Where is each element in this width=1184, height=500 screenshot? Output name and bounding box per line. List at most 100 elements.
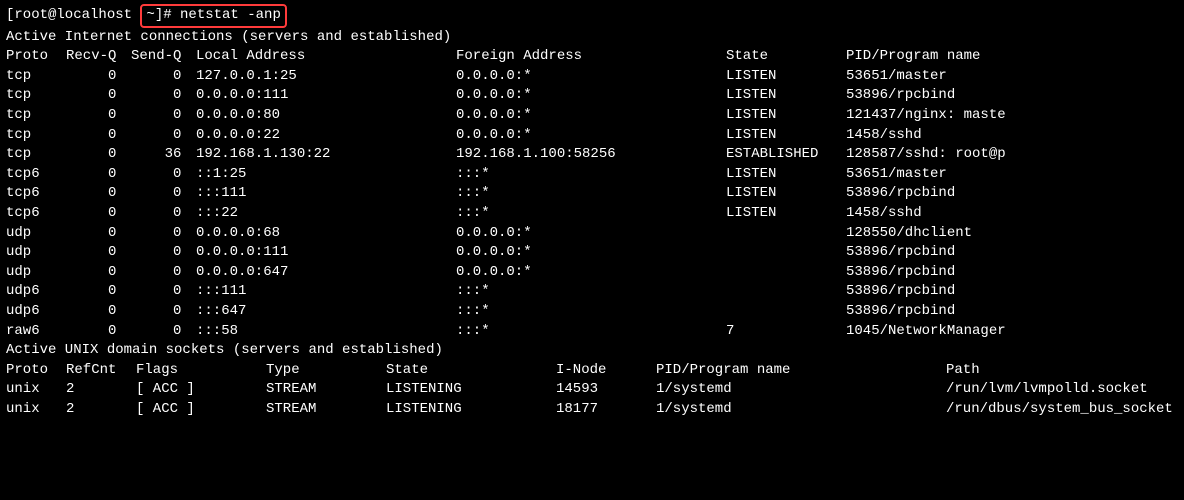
cell-state [726, 243, 846, 263]
cell-proto: raw6 [6, 322, 66, 342]
cell-local: 0.0.0.0:22 [196, 126, 456, 146]
cell-recvq: 0 [66, 204, 131, 224]
cell-recvq: 0 [66, 243, 131, 263]
table-row: tcp 0 0 0.0.0.0:1110.0.0.0:*LISTEN53896/… [6, 86, 1178, 106]
cell-pidprog: 1/systemd [656, 400, 946, 420]
cell-local: :::58 [196, 322, 456, 342]
table-row: udp6 0 0 :::111:::*53896/rpcbind [6, 282, 1178, 302]
cell-inode: 18177 [556, 400, 656, 420]
cell-pidprog: 1/systemd [656, 380, 946, 400]
unix-header-row: Proto RefCnt Flags Type State I-Node PID… [6, 361, 1178, 381]
cell-sendq: 0 [131, 86, 196, 106]
cell-foreign: 0.0.0.0:* [456, 126, 726, 146]
prompt-prefix: [root@localhost [6, 7, 140, 23]
table-row: tcp 0 36 192.168.1.130:22192.168.1.100:5… [6, 145, 1178, 165]
cell-pidprog: 53896/rpcbind [846, 86, 1178, 106]
cell-local: 0.0.0.0:111 [196, 243, 456, 263]
cell-recvq: 0 [66, 67, 131, 87]
col-inode: I-Node [556, 361, 656, 381]
shell-prompt[interactable]: [root@localhost ~]# netstat -anp [6, 4, 1178, 28]
cell-local: ::1:25 [196, 165, 456, 185]
cell-local: :::111 [196, 184, 456, 204]
cell-foreign: :::* [456, 302, 726, 322]
unix-table-body: unix2[ ACC ]STREAMLISTENING145931/system… [6, 380, 1178, 419]
table-row: udp 0 0 0.0.0.0:1110.0.0.0:* 53896/rpcbin… [6, 243, 1178, 263]
cell-local: :::111 [196, 282, 456, 302]
cell-foreign: :::* [456, 282, 726, 302]
cell-flags: [ ACC ] [136, 380, 266, 400]
cell-path: /run/lvm/lvmpolld.socket [946, 380, 1178, 400]
table-row: unix2[ ACC ]STREAMLISTENING145931/system… [6, 380, 1178, 400]
cell-sendq: 0 [131, 67, 196, 87]
section-header-unix: Active UNIX domain sockets (servers and … [6, 341, 1178, 361]
cell-sendq: 0 [131, 302, 196, 322]
cell-local: 0.0.0.0:68 [196, 224, 456, 244]
cell-proto: udp [6, 263, 66, 283]
col-type: Type [266, 361, 386, 381]
cell-pidprog: 53896/rpcbind [846, 184, 1178, 204]
cell-sendq: 0 [131, 165, 196, 185]
section-header-inet: Active Internet connections (servers and… [6, 28, 1178, 48]
cell-pidprog: 53651/master [846, 165, 1178, 185]
cell-state [726, 282, 846, 302]
cell-pidprog: 53896/rpcbind [846, 302, 1178, 322]
cell-proto: udp [6, 243, 66, 263]
cell-state: ESTABLISHED [726, 145, 846, 165]
cell-path: /run/dbus/system_bus_socket [946, 400, 1178, 420]
col-sendq: Send-Q [131, 47, 196, 67]
table-row: tcp 0 0 0.0.0.0:800.0.0.0:*LISTEN121437/… [6, 106, 1178, 126]
cell-sendq: 0 [131, 224, 196, 244]
cell-recvq: 0 [66, 322, 131, 342]
col-path: Path [946, 361, 1178, 381]
cell-sendq: 0 [131, 282, 196, 302]
cell-state: LISTEN [726, 106, 846, 126]
col-proto: Proto [6, 47, 66, 67]
table-row: udp6 0 0 :::647:::*53896/rpcbind [6, 302, 1178, 322]
cell-pidprog: 128550/dhclient [846, 224, 1178, 244]
cell-foreign: :::* [456, 184, 726, 204]
cell-pidprog: 121437/nginx: maste [846, 106, 1178, 126]
cell-recvq: 0 [66, 302, 131, 322]
col-proto: Proto [6, 361, 66, 381]
cell-proto: tcp6 [6, 184, 66, 204]
cell-foreign: :::* [456, 204, 726, 224]
cell-pidprog: 53651/master [846, 67, 1178, 87]
cell-refcnt: 2 [66, 380, 136, 400]
cell-recvq: 0 [66, 224, 131, 244]
cell-state [726, 263, 846, 283]
cell-pidprog: 53896/rpcbind [846, 243, 1178, 263]
cell-recvq: 0 [66, 126, 131, 146]
inet-table-body: tcp 0 0 127.0.0.1:250.0.0.0:*LISTEN53651… [6, 67, 1178, 341]
col-pidprog: PID/Program name [656, 361, 946, 381]
cell-type: STREAM [266, 400, 386, 420]
cell-pidprog: 53896/rpcbind [846, 263, 1178, 283]
cell-foreign: 0.0.0.0:* [456, 263, 726, 283]
cell-state: LISTEN [726, 126, 846, 146]
cell-local: 0.0.0.0:647 [196, 263, 456, 283]
cell-pidprog: 1458/sshd [846, 204, 1178, 224]
cell-state [726, 224, 846, 244]
cell-proto: tcp [6, 145, 66, 165]
cell-foreign: 0.0.0.0:* [456, 243, 726, 263]
cell-local: 192.168.1.130:22 [196, 145, 456, 165]
table-row: tcp 0 0 0.0.0.0:220.0.0.0:*LISTEN1458/ss… [6, 126, 1178, 146]
cell-sendq: 0 [131, 243, 196, 263]
cell-state: LISTEN [726, 67, 846, 87]
cell-pidprog: 128587/sshd: root@p [846, 145, 1178, 165]
col-recvq: Recv-Q [66, 47, 131, 67]
cell-foreign: 192.168.1.100:58256 [456, 145, 726, 165]
cell-foreign: 0.0.0.0:* [456, 67, 726, 87]
cell-refcnt: 2 [66, 400, 136, 420]
cell-recvq: 0 [66, 165, 131, 185]
cell-proto: tcp [6, 67, 66, 87]
cell-recvq: 0 [66, 263, 131, 283]
cell-foreign: 0.0.0.0:* [456, 106, 726, 126]
col-flags: Flags [136, 361, 266, 381]
cell-state: LISTEN [726, 86, 846, 106]
table-row: udp 0 0 0.0.0.0:680.0.0.0:*128550/dhclie… [6, 224, 1178, 244]
cell-proto: tcp [6, 126, 66, 146]
table-row: tcp6 0 0 :::111:::*LISTEN53896/rpcbind [6, 184, 1178, 204]
col-pidprog: PID/Program name [846, 47, 1178, 67]
cell-state [726, 302, 846, 322]
cell-proto: tcp [6, 86, 66, 106]
